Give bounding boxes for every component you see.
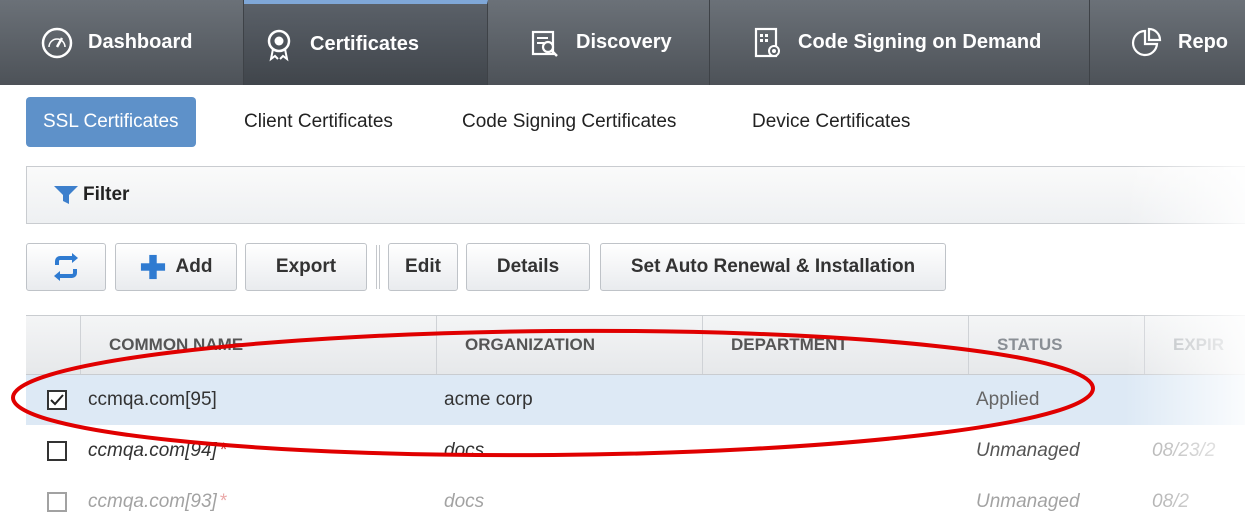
nav-tab-label: Dashboard (88, 31, 193, 53)
set-auto-renewal-button[interactable]: Set Auto Renewal & Installation (600, 243, 946, 291)
export-button[interactable]: Export (245, 243, 367, 291)
row-checkbox[interactable] (47, 492, 67, 512)
subtab-ssl-certificates[interactable]: SSL Certificates (26, 97, 196, 147)
cell-expires: 08/2 (1152, 491, 1189, 512)
toolbar-separator (376, 245, 380, 289)
cell-common-name: ccmqa.com[94] * (88, 426, 227, 476)
table-header: COMMON NAME ORGANIZATION DEPARTMENT STAT… (26, 315, 1245, 375)
cell-status: Unmanaged (976, 491, 1080, 512)
row-checkbox[interactable] (47, 390, 67, 410)
funnel-icon (54, 186, 78, 204)
discovery-icon (528, 26, 562, 60)
nav-tab-label: Code Signing on Demand (798, 31, 1042, 53)
checkmark-icon (50, 394, 64, 406)
add-label: Add (175, 256, 213, 277)
filter-bar[interactable]: Filter (26, 166, 1245, 224)
nav-tab-label: Discovery (576, 31, 672, 53)
nav-tab-certificates[interactable]: Certificates (244, 0, 488, 85)
filter-label: Filter (83, 184, 130, 205)
refresh-icon (54, 253, 78, 281)
plus-icon (140, 254, 165, 280)
table-row[interactable]: ccmqa.com[95] acme corp Applied (26, 375, 1245, 425)
column-header-organization[interactable]: ORGANIZATION (436, 316, 702, 374)
nav-tab-reports[interactable]: Repo (1090, 0, 1245, 85)
certificate-badge-icon (262, 28, 296, 62)
cell-status: Unmanaged (976, 440, 1080, 461)
cell-common-name: ccmqa.com[93] * (88, 477, 227, 527)
cell-expires: 08/23/2 (1152, 440, 1216, 461)
cell-organization: docs (444, 491, 485, 512)
common-name-text: ccmqa.com[93] (88, 491, 217, 512)
nav-tab-label: Certificates (310, 33, 419, 55)
subtab-code-signing-certificates[interactable]: Code Signing Certificates (462, 97, 676, 147)
nav-tab-discovery[interactable]: Discovery (488, 0, 710, 85)
code-signing-icon (750, 26, 784, 60)
column-header-expires[interactable]: EXPIR (1144, 316, 1245, 374)
nav-tab-label: Repo (1178, 31, 1228, 53)
table-row[interactable]: ccmqa.com[93] * docs Unmanaged 08/2 (26, 477, 1245, 527)
row-checkbox[interactable] (47, 441, 67, 461)
cell-status: Applied (976, 389, 1040, 410)
cell-organization: acme corp (444, 389, 533, 410)
gauge-icon (40, 26, 74, 60)
column-header-department[interactable]: DEPARTMENT (702, 316, 968, 374)
details-button[interactable]: Details (466, 243, 590, 291)
column-header-common-name[interactable]: COMMON NAME (80, 316, 436, 374)
top-navigation: Dashboard Certificates Discovery Code Si… (0, 0, 1245, 85)
table-row[interactable]: ccmqa.com[94] * docs Unmanaged 08/23/2 (26, 426, 1245, 476)
column-header-status[interactable]: STATUS (968, 316, 1144, 374)
subtab-device-certificates[interactable]: Device Certificates (752, 97, 910, 147)
nav-tab-code-signing-on-demand[interactable]: Code Signing on Demand (710, 0, 1090, 85)
subtab-client-certificates[interactable]: Client Certificates (244, 97, 393, 147)
asterisk-marker: * (219, 491, 228, 512)
asterisk-marker: * (219, 440, 228, 461)
add-button[interactable]: Add (115, 243, 237, 291)
reports-icon (1130, 26, 1164, 60)
refresh-button[interactable] (26, 243, 106, 291)
cell-organization: docs (444, 440, 485, 461)
nav-tab-dashboard[interactable]: Dashboard (22, 0, 244, 85)
common-name-text: ccmqa.com[94] (88, 440, 217, 461)
cell-common-name: ccmqa.com[95] (88, 389, 217, 410)
edit-button[interactable]: Edit (388, 243, 458, 291)
